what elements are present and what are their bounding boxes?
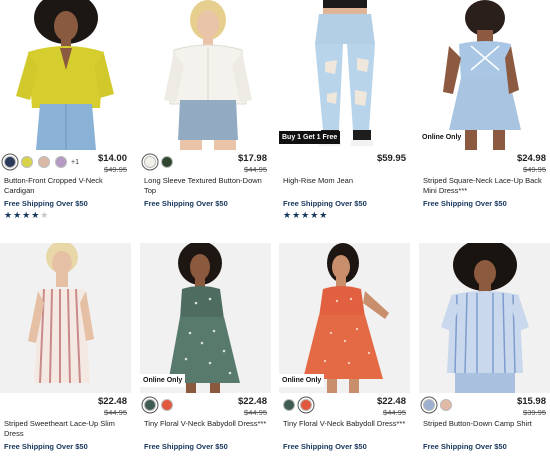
sale-price: $22.48 (237, 396, 267, 407)
shipping-note: Free Shipping Over $50 (423, 442, 507, 451)
product-photo-graphic (279, 0, 410, 150)
price-block: $59.95 (377, 154, 406, 164)
original-price: $44.95 (244, 407, 267, 417)
product-card[interactable]: Online Only $24.98 $49.95 Striped Square… (419, 0, 550, 208)
product-image[interactable]: Online Only (419, 0, 550, 150)
product-image[interactable] (0, 243, 131, 393)
product-photo-graphic (140, 243, 271, 393)
product-photo-graphic (140, 0, 271, 150)
product-image[interactable] (140, 0, 271, 150)
price-block: $15.98 $39.95 (517, 397, 546, 416)
original-price: $49.95 (104, 164, 127, 174)
price-block: $17.98 $44.95 (238, 154, 267, 173)
color-swatch[interactable] (55, 156, 67, 168)
original-price: $44.95 (244, 164, 267, 174)
shipping-note: Free Shipping Over $50 (144, 199, 228, 208)
product-card[interactable]: $22.48 $44.95 Striped Sweetheart Lace-Up… (0, 243, 131, 451)
color-swatch[interactable] (423, 399, 435, 411)
product-card[interactable]: $17.98 $44.95 Long Sleeve Textured Butto… (140, 0, 271, 208)
color-swatch[interactable] (21, 156, 33, 168)
product-name[interactable]: Striped Square-Neck Lace-Up Back Mini Dr… (419, 176, 550, 196)
product-image[interactable]: Online Only (279, 243, 410, 393)
product-card[interactable]: Online Only $22.48 $44.95 Tiny Floral V-… (140, 243, 271, 451)
product-name[interactable]: High-Rise Mom Jean (279, 176, 410, 196)
price-block: $14.00 $49.95 (98, 154, 127, 173)
product-card[interactable]: Online Only $22.48 $44.95 Tiny Floral V-… (279, 243, 410, 451)
color-swatch[interactable] (161, 399, 173, 411)
shipping-note: Free Shipping Over $50 (144, 442, 228, 451)
sale-price: $17.98 (237, 153, 267, 164)
product-image[interactable] (419, 243, 550, 393)
product-photo-graphic (0, 0, 131, 150)
shipping-note: Free Shipping Over $50 (283, 199, 367, 208)
shipping-note: Free Shipping Over $50 (4, 442, 88, 451)
product-name[interactable]: Striped Button-Down Camp Shirt (419, 419, 550, 439)
star-rating: ★★★★★ (279, 211, 410, 220)
product-name[interactable]: Striped Sweetheart Lace-Up Slim Dress (0, 419, 131, 439)
shipping-note: Free Shipping Over $50 (423, 199, 507, 208)
color-swatch[interactable] (4, 156, 16, 168)
star-icon: ★★★★ (4, 210, 41, 220)
color-swatch[interactable] (283, 399, 295, 411)
original-price: $44.95 (104, 407, 127, 417)
color-swatch[interactable] (440, 399, 452, 411)
color-swatch[interactable] (144, 399, 156, 411)
star-icon: ★★★★★ (283, 210, 329, 220)
star-empty-icon: ★ (40, 210, 50, 220)
product-name[interactable]: Long Sleeve Textured Button-Down Top (140, 176, 271, 196)
original-price: $39.95 (523, 407, 546, 417)
online-only-badge: Online Only (140, 374, 186, 387)
product-photo-graphic (419, 0, 550, 150)
product-photo-graphic (419, 243, 550, 393)
product-image[interactable]: Buy 1 Get 1 Free (279, 0, 410, 150)
sale-price: $22.48 (376, 396, 406, 407)
star-rating: ★★★★★ (0, 211, 131, 220)
shipping-note: Free Shipping Over $50 (4, 199, 88, 208)
product-photo-graphic (0, 243, 131, 393)
original-price: $44.95 (383, 407, 406, 417)
promo-badge: Buy 1 Get 1 Free (279, 131, 341, 144)
color-swatch[interactable] (38, 156, 50, 168)
price-block: $24.98 $49.95 (517, 154, 546, 173)
price-block: $22.48 $44.95 (377, 397, 406, 416)
price-block: $22.48 $44.95 (238, 397, 267, 416)
product-image[interactable] (0, 0, 131, 150)
sale-price: $22.48 (97, 396, 127, 407)
product-name[interactable]: Tiny Floral V-Neck Babydoll Dress*** (279, 419, 410, 439)
product-name[interactable]: Tiny Floral V-Neck Babydoll Dress*** (140, 419, 271, 439)
sale-price: $15.98 (516, 396, 546, 407)
online-only-badge: Online Only (279, 374, 325, 387)
sale-price: $14.00 (97, 153, 127, 164)
online-only-badge: Online Only (419, 131, 465, 144)
product-card[interactable]: Buy 1 Get 1 Free $59.95 High-Rise Mom Je… (279, 0, 410, 220)
product-card[interactable]: $15.98 $39.95 Striped Button-Down Camp S… (419, 243, 550, 451)
color-swatch[interactable] (161, 156, 173, 168)
color-swatch[interactable] (144, 156, 156, 168)
original-price: $49.95 (523, 164, 546, 174)
price: $59.95 (376, 153, 406, 164)
product-image[interactable]: Online Only (140, 243, 271, 393)
product-name[interactable]: Button-Front Cropped V-Neck Cardigan (0, 176, 131, 196)
product-card[interactable]: +1 $14.00 $49.95 Button-Front Cropped V-… (0, 0, 131, 220)
sale-price: $24.98 (516, 153, 546, 164)
more-swatches-count[interactable]: +1 (71, 159, 79, 166)
price-block: $22.48 $44.95 (98, 397, 127, 416)
shipping-note: Free Shipping Over $50 (283, 442, 367, 451)
product-photo-graphic (279, 243, 410, 393)
color-swatch[interactable] (300, 399, 312, 411)
